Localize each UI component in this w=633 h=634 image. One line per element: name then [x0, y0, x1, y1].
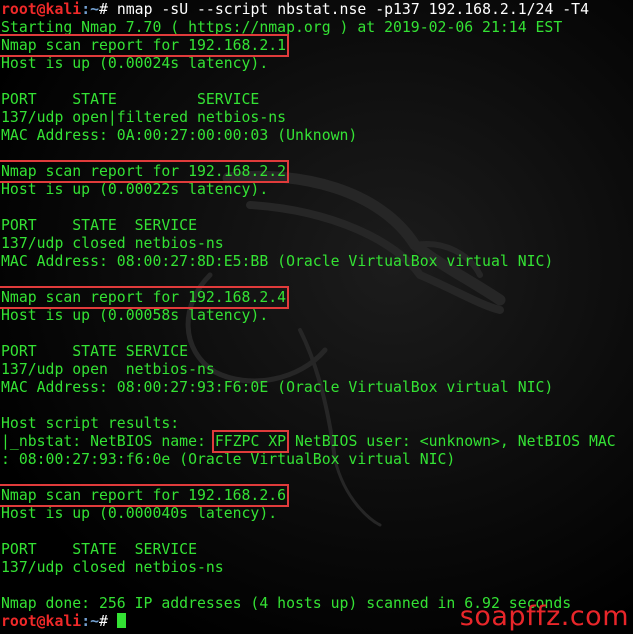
host-2-port-header: PORT STATE SERVICE — [1, 217, 197, 234]
scan-report-highlight: Nmap scan report for 192.168.2.4 — [0, 286, 290, 309]
watermark-text: soapffz.com — [459, 601, 629, 632]
host-1-mac: MAC Address: 0A:00:27:00:00:03 (Unknown) — [1, 127, 358, 144]
terminal-window[interactable]: root@kali:~# nmap -sU --script nbstat.ns… — [0, 0, 633, 634]
prompt-symbol: # — [99, 613, 108, 630]
starting-line: Starting Nmap 7.70 ( https://nmap.org ) … — [1, 19, 563, 36]
host-1-status: Host is up (0.00024s latency). — [1, 55, 269, 72]
host-1-port-header: PORT STATE SERVICE — [1, 91, 260, 108]
host-1-port-row: 137/udp open|filtered netbios-ns — [1, 109, 287, 126]
host-4-status: Host is up (0.000040s latency). — [1, 505, 278, 522]
scan-report-highlight: Nmap scan report for 192.168.2.1 — [0, 34, 290, 57]
terminal-output: root@kali:~# nmap -sU --script nbstat.ns… — [0, 1, 616, 631]
host-2-mac: MAC Address: 08:00:27:8D:E5:BB (Oracle V… — [1, 253, 554, 270]
host-3-script-results: Host script results: — [1, 415, 180, 432]
host-4-port-row: 137/udp closed netbios-ns — [1, 559, 224, 576]
host-4-port-header: PORT STATE SERVICE — [1, 541, 197, 558]
command-text: nmap -sU --script nbstat.nse -p137 192.1… — [107, 1, 589, 18]
nbstat-suffix: NetBIOS user: <unknown>, NetBIOS MAC — [286, 433, 616, 450]
host-3-nbstat-line: |_nbstat: NetBIOS name: FFZPC XP NetBIOS… — [1, 430, 616, 453]
scan-report-highlight: Nmap scan report for 192.168.2.2 — [0, 160, 290, 183]
prompt-path: :~ — [81, 613, 100, 630]
host-2-port-row: 137/udp closed netbios-ns — [1, 235, 224, 252]
host-3-report-line: Nmap scan report for 192.168.2.4 — [0, 286, 616, 309]
host-1-report-line: Nmap scan report for 192.168.2.1 — [0, 34, 616, 57]
netbios-name-highlight: FFZPC XP — [211, 430, 290, 453]
prompt-user: root@kali — [1, 613, 82, 630]
host-2-report-line: Nmap scan report for 192.168.2.2 — [0, 160, 616, 183]
host-2-status: Host is up (0.00022s latency). — [1, 181, 269, 198]
host-3-status: Host is up (0.00058s latency). — [1, 307, 269, 324]
host-3-port-row: 137/udp open netbios-ns — [1, 361, 215, 378]
prompt-path: :~ — [81, 1, 100, 18]
host-4-report-line: Nmap scan report for 192.168.2.6 — [0, 484, 616, 507]
text-cursor[interactable] — [116, 613, 126, 628]
prompt-symbol: # — [99, 1, 108, 18]
host-3-mac: MAC Address: 08:00:27:93:F6:0E (Oracle V… — [1, 379, 554, 396]
host-3-nbstat-continuation: : 08:00:27:93:f6:0e (Oracle VirtualBox v… — [1, 451, 456, 468]
scan-report-highlight: Nmap scan report for 192.168.2.6 — [0, 484, 290, 507]
command-line: root@kali:~# nmap -sU --script nbstat.ns… — [1, 1, 616, 19]
host-3-port-header: PORT STATE SERVICE — [1, 343, 189, 360]
nbstat-prefix: |_nbstat: NetBIOS name: — [1, 433, 215, 450]
prompt-user: root@kali — [1, 1, 82, 18]
